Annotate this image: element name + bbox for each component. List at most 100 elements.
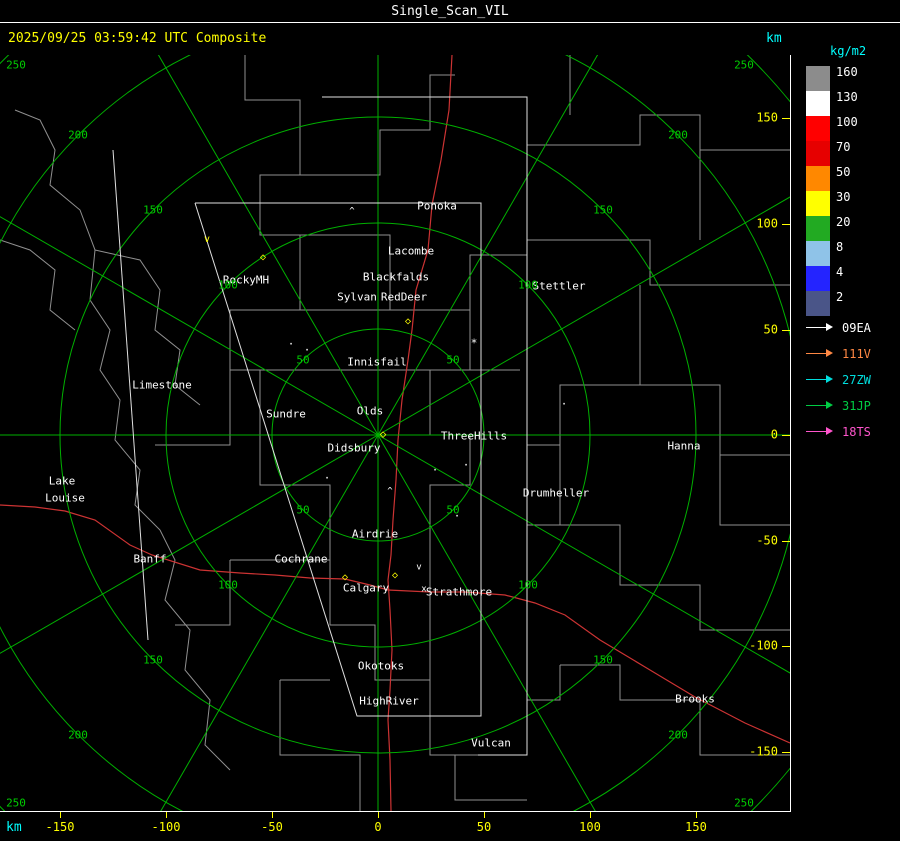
y-axis-tick-label: -150 bbox=[749, 744, 778, 759]
colorbar-value-label: 160 bbox=[836, 65, 858, 79]
x-axis-tick-label: -150 bbox=[45, 820, 75, 834]
city-label-highriver: HighRiver bbox=[359, 694, 419, 708]
site-marker: ◇ bbox=[391, 570, 399, 581]
range-ring-label: 200 bbox=[668, 728, 688, 742]
colorbar-swatch bbox=[806, 116, 830, 141]
city-label-sylvan: Sylvan bbox=[337, 290, 377, 304]
y-axis-tick bbox=[782, 435, 790, 436]
radar-arrow-icon bbox=[806, 405, 827, 406]
town-marker: · bbox=[462, 458, 470, 472]
range-ring-label: 200 bbox=[668, 128, 688, 142]
range-ring-label: 200 bbox=[68, 128, 88, 142]
colorbar-value-label: 50 bbox=[836, 165, 851, 179]
range-ring-label: 250 bbox=[6, 58, 26, 72]
colorbar-value-label: 30 bbox=[836, 190, 851, 204]
x-axis-tick bbox=[378, 812, 379, 818]
y-axis-tick bbox=[782, 541, 790, 542]
radar-arrow-icon bbox=[806, 327, 827, 328]
colorbar-value-label: 4 bbox=[836, 265, 844, 279]
y-axis-tick-label: -50 bbox=[756, 533, 778, 548]
range-ring-label: 150 bbox=[143, 653, 163, 667]
x-axis-tick-label: 150 bbox=[685, 820, 707, 834]
site-marker: ◇ bbox=[404, 316, 412, 327]
colorbar-value-label: 130 bbox=[836, 90, 858, 104]
range-ring-label: 100 bbox=[218, 278, 238, 292]
city-label-louise: Louise bbox=[45, 491, 85, 505]
colorbar-swatch bbox=[806, 191, 830, 216]
y-axis-tick bbox=[782, 752, 790, 753]
site-marker: ◇ bbox=[341, 572, 349, 583]
radar-viewer-window: Single_Scan_VIL 2025/09/25 03:59:42 UTC … bbox=[0, 0, 900, 841]
y-axis-tick bbox=[782, 646, 790, 647]
colorbar-swatch bbox=[806, 141, 830, 166]
radar-arrowhead-icon bbox=[826, 323, 833, 331]
city-label-ponoka: Ponoka bbox=[417, 199, 457, 213]
titlebar: Single_Scan_VIL bbox=[0, 0, 900, 23]
colorbar-value-label: 70 bbox=[836, 140, 851, 154]
x-axis-tick-label: 0 bbox=[374, 820, 382, 834]
range-ring-label: 100 bbox=[518, 278, 538, 292]
y-axis-tick-label: 100 bbox=[756, 216, 778, 231]
range-ring-label: 100 bbox=[218, 578, 238, 592]
y-axis-tick bbox=[782, 330, 790, 331]
radar-arrow-icon bbox=[806, 379, 827, 380]
town-marker: · bbox=[560, 397, 568, 411]
window-title: Single_Scan_VIL bbox=[391, 3, 509, 19]
city-label-blackfalds: Blackfalds bbox=[362, 270, 430, 284]
radar-id-label: 09EA bbox=[842, 321, 871, 335]
y-axis-unit-label: km bbox=[766, 31, 782, 46]
colorbar-value-label: 8 bbox=[836, 240, 844, 254]
city-label-didsbury: Didsbury bbox=[327, 441, 381, 455]
radar-id-label: 111V bbox=[842, 347, 871, 361]
town-marker: x bbox=[421, 584, 427, 595]
city-label-calgary: Calgary bbox=[342, 581, 390, 595]
town-marker: * bbox=[470, 336, 478, 350]
site-marker: ◇ bbox=[379, 427, 387, 441]
colorbar-swatch bbox=[806, 216, 830, 241]
colorbar-swatch bbox=[806, 266, 830, 291]
city-label-hanna: Hanna bbox=[667, 439, 701, 453]
city-label-limestone: Limestone bbox=[132, 378, 192, 392]
radar-id-label: 31JP bbox=[842, 399, 871, 413]
x-axis-tick bbox=[590, 812, 591, 818]
radar-arrowhead-icon bbox=[826, 427, 833, 435]
colorbar-value-label: 2 bbox=[836, 290, 844, 304]
radar-arrow-icon bbox=[806, 431, 827, 432]
y-axis-tick bbox=[782, 118, 790, 119]
x-axis-tick-label: -100 bbox=[151, 820, 181, 834]
x-axis-tick bbox=[272, 812, 273, 818]
radar-arrowhead-icon bbox=[826, 349, 833, 357]
colorbar-unit-label: kg/m2 bbox=[830, 44, 867, 58]
city-label-okotoks: Okotoks bbox=[357, 659, 405, 673]
site-marker: ◇ bbox=[259, 252, 267, 263]
city-label-brooks: Brooks bbox=[675, 692, 715, 706]
city-label-olds: Olds bbox=[356, 404, 384, 418]
y-axis-tick-label: -100 bbox=[749, 638, 778, 653]
range-ring-label: 200 bbox=[68, 728, 88, 742]
town-marker: · bbox=[287, 337, 295, 351]
vector-marker: v bbox=[203, 234, 211, 245]
radar-arrow-icon bbox=[806, 353, 827, 354]
radar-arrowhead-icon bbox=[826, 375, 833, 383]
town-marker: v bbox=[416, 562, 422, 573]
range-ring-label: 250 bbox=[734, 796, 754, 810]
city-label-vulcan: Vulcan bbox=[471, 736, 511, 750]
radar-id-label: 27ZW bbox=[842, 373, 871, 387]
city-label-innisfail: Innisfail bbox=[347, 355, 407, 369]
range-ring-label: 150 bbox=[143, 203, 163, 217]
x-axis-tick-label: 100 bbox=[579, 820, 601, 834]
x-axis-tick bbox=[696, 812, 697, 818]
town-marker: · bbox=[431, 463, 439, 477]
city-label-drumheller: Drumheller bbox=[522, 486, 590, 500]
town-marker: ^ bbox=[349, 206, 355, 217]
y-axis-tick-label: 0 bbox=[770, 427, 778, 442]
radar-arrowhead-icon bbox=[826, 401, 833, 409]
colorbar-swatch bbox=[806, 241, 830, 266]
colorbar-swatch bbox=[806, 91, 830, 116]
x-axis-tick bbox=[60, 812, 61, 818]
town-marker: · bbox=[303, 343, 311, 357]
city-label-lake: Lake bbox=[48, 474, 76, 488]
radar-map-view[interactable]: Ponoka Lacombe Blackfalds Sylvan RedDeer Stet… bbox=[0, 55, 791, 812]
town-marker: · bbox=[453, 509, 461, 523]
town-marker: ^ bbox=[387, 486, 393, 497]
